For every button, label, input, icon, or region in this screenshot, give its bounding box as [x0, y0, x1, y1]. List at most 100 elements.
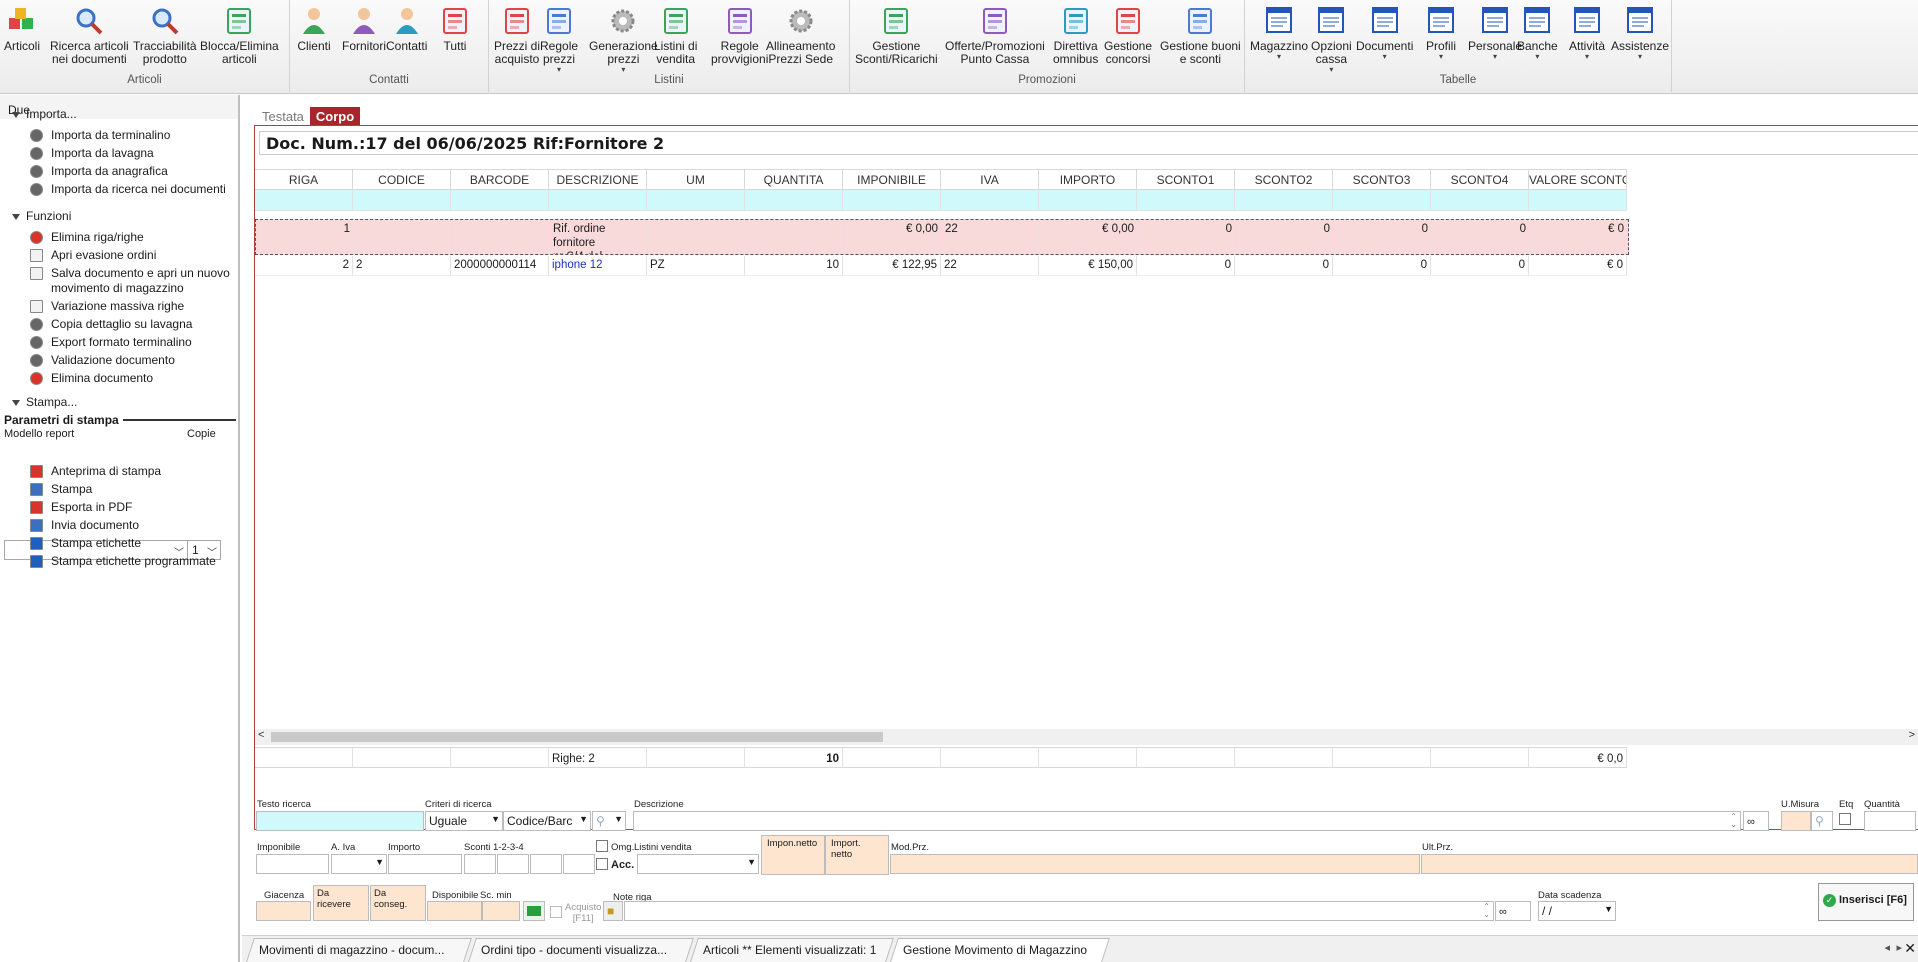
cell-riga[interactable]: 1: [256, 220, 354, 254]
acquisto-checkbox[interactable]: [550, 906, 562, 918]
cell-sconto3[interactable]: 0: [1334, 220, 1432, 254]
cell-descrizione[interactable]: Rif. ordine fornitore nr S/4 del 06/06/2…: [550, 220, 648, 254]
filter-cell[interactable]: [1333, 190, 1431, 211]
filter-cell[interactable]: [843, 190, 941, 211]
note-riga-input[interactable]: ⌃ ⌄: [624, 901, 1494, 921]
scroll-right-icon[interactable]: >: [1909, 729, 1915, 741]
column-header-um[interactable]: UM: [647, 170, 745, 189]
green-status-button[interactable]: [523, 901, 545, 921]
criteri-ricerca-select[interactable]: Uguale ▼: [425, 811, 503, 831]
scroll-tabs-left-icon[interactable]: ◂: [1884, 941, 1890, 954]
filter-cell[interactable]: [255, 190, 353, 211]
filter-cell[interactable]: [1137, 190, 1235, 211]
task-salva-documento-e-apri-un-nuovo-movimento-di-magazzino[interactable]: Salva documento e apri un nuovo moviment…: [30, 266, 241, 296]
taskbar-tab[interactable]: Movimenti di magazzino - docum...: [246, 938, 472, 962]
ribbon-button-profili[interactable]: Profili ▾: [1423, 4, 1459, 61]
ribbon-button-listini-di[interactable]: Listini di vendita: [654, 4, 697, 66]
cell-iva[interactable]: 22: [942, 220, 1040, 254]
umisura-input[interactable]: [1781, 811, 1811, 831]
cell-barcode[interactable]: [452, 220, 550, 254]
cell-sconto4[interactable]: 0: [1432, 220, 1530, 254]
ribbon-button-tracciabilit-[interactable]: Tracciabilità prodotto: [133, 4, 197, 66]
ribbon-button-personale[interactable]: Personale ▾: [1468, 4, 1522, 61]
tab-testata[interactable]: Testata: [256, 107, 310, 125]
ribbon-button-blocca-elimina[interactable]: Blocca/Elimina articoli: [200, 4, 279, 66]
filter-cell[interactable]: [1431, 190, 1529, 211]
task-variazione-massiva-righe[interactable]: Variazione massiva righe: [30, 299, 241, 314]
cell-sconto3[interactable]: 0: [1333, 256, 1431, 275]
cell-importo[interactable]: € 150,00: [1039, 256, 1137, 275]
column-header-importo[interactable]: IMPORTO: [1039, 170, 1137, 189]
cell-riga[interactable]: 2: [255, 256, 353, 275]
filter-cell[interactable]: [941, 190, 1039, 211]
scroll-tabs-right-icon[interactable]: ▸: [1896, 941, 1902, 954]
cell-valore-sconto[interactable]: € 0: [1529, 256, 1627, 275]
ribbon-button-gestione-buoni[interactable]: Gestione buoni e sconti: [1160, 4, 1241, 66]
ribbon-button-documenti[interactable]: Documenti ▾: [1356, 4, 1413, 61]
imponibile-input[interactable]: [256, 854, 329, 874]
omg-checkbox[interactable]: [596, 840, 608, 852]
ribbon-button-gestione[interactable]: Gestione Sconti/Ricarichi: [855, 4, 938, 66]
ribbon-button-direttiva[interactable]: Direttiva omnibus: [1053, 4, 1098, 66]
search-button[interactable]: ⚲ ▼: [592, 811, 626, 831]
taskbar-tab[interactable]: Articoli ** Elementi visualizzati: 1: [690, 938, 894, 962]
filter-cell[interactable]: [451, 190, 549, 211]
ribbon-button-articoli[interactable]: Articoli: [4, 4, 40, 53]
taskbar-tab-active[interactable]: Gestione Movimento di Magazzino: [890, 938, 1110, 962]
table-row[interactable]: 1 Rif. ordine fornitore nr S/4 del 06/06/…: [255, 219, 1629, 255]
cell-valore-sconto[interactable]: € 0: [1530, 220, 1628, 254]
data-scadenza-input[interactable]: / / ▼: [1538, 901, 1616, 921]
cell-um[interactable]: PZ: [647, 256, 745, 275]
cell-sconto2[interactable]: 0: [1236, 220, 1334, 254]
ribbon-button-fornitori[interactable]: Fornitori: [342, 4, 386, 53]
column-header-valore-sconto[interactable]: VALORE SCONTO: [1529, 170, 1627, 189]
filter-cell[interactable]: [1039, 190, 1137, 211]
importo-input[interactable]: [388, 854, 462, 874]
sconto4-input[interactable]: [563, 854, 595, 874]
scrollbar-thumb[interactable]: [271, 732, 883, 742]
binoculars-button[interactable]: ∞: [1743, 811, 1769, 831]
filter-cell[interactable]: [1529, 190, 1627, 211]
grid-filter-row[interactable]: [255, 190, 1627, 211]
ribbon-button-ricerca-articoli[interactable]: Ricerca articoli nei documenti: [50, 4, 129, 66]
sconto1-input[interactable]: [464, 854, 496, 874]
inserisci-button[interactable]: ✓ Inserisci [F6]: [1818, 883, 1914, 921]
cell-sconto4[interactable]: 0: [1431, 256, 1529, 275]
etq-checkbox[interactable]: [1839, 813, 1851, 825]
ribbon-button-offerte-promozioni[interactable]: Offerte/Promozioni Punto Cassa: [945, 4, 1045, 66]
taskbar-tab[interactable]: Ordini tipo - documenti visualizza...: [468, 938, 694, 962]
ribbon-button-tutti[interactable]: Tutti: [437, 4, 473, 53]
quantita-input[interactable]: [1864, 811, 1916, 831]
column-header-sconto1[interactable]: SCONTO1: [1137, 170, 1235, 189]
column-header-sconto3[interactable]: SCONTO3: [1333, 170, 1431, 189]
scroll-left-icon[interactable]: <: [258, 729, 264, 741]
campo-ricerca-select[interactable]: Codice/Barc ▼: [503, 811, 591, 831]
column-header-iva[interactable]: IVA: [941, 170, 1039, 189]
cell-um[interactable]: [648, 220, 746, 254]
lock-button[interactable]: ■: [603, 901, 623, 921]
column-header-codice[interactable]: CODICE: [353, 170, 451, 189]
tab-corpo[interactable]: Corpo: [309, 107, 361, 125]
ribbon-button-prezzi-di[interactable]: Prezzi di acquisto: [494, 4, 540, 66]
task-validazione-documento[interactable]: Validazione documento: [30, 353, 241, 368]
column-header-sconto2[interactable]: SCONTO2: [1235, 170, 1333, 189]
cell-barcode[interactable]: 2000000000114: [451, 256, 549, 275]
task-importa-da-anagrafica[interactable]: Importa da anagrafica: [30, 164, 241, 179]
column-header-descrizione[interactable]: DESCRIZIONE: [549, 170, 647, 189]
sconto2-input[interactable]: [497, 854, 529, 874]
filter-cell[interactable]: [1235, 190, 1333, 211]
ribbon-button-gestione[interactable]: Gestione concorsi: [1104, 4, 1152, 66]
umisura-search-button[interactable]: ⚲: [1811, 811, 1833, 831]
ribbon-button-magazzino[interactable]: Magazzino ▾: [1250, 4, 1308, 61]
sconto3-input[interactable]: [530, 854, 562, 874]
ribbon-button-allineamento[interactable]: Allineamento Prezzi Sede: [766, 4, 835, 66]
task-importa-da-terminalino[interactable]: Importa da terminalino: [30, 128, 241, 143]
filter-cell[interactable]: [353, 190, 451, 211]
task-elimina-documento[interactable]: Elimina documento: [30, 371, 241, 386]
testo-ricerca-input[interactable]: [256, 811, 424, 831]
section-importa[interactable]: Importa...: [12, 107, 77, 121]
table-row[interactable]: 2 2 2000000000114 iphone 12 PZ 10 € 122,95 22 € …: [255, 256, 1627, 276]
cell-iva[interactable]: 22: [941, 256, 1039, 275]
ribbon-button-clienti[interactable]: Clienti: [296, 4, 332, 53]
task-elimina-riga-righe[interactable]: Elimina riga/righe: [30, 230, 241, 245]
